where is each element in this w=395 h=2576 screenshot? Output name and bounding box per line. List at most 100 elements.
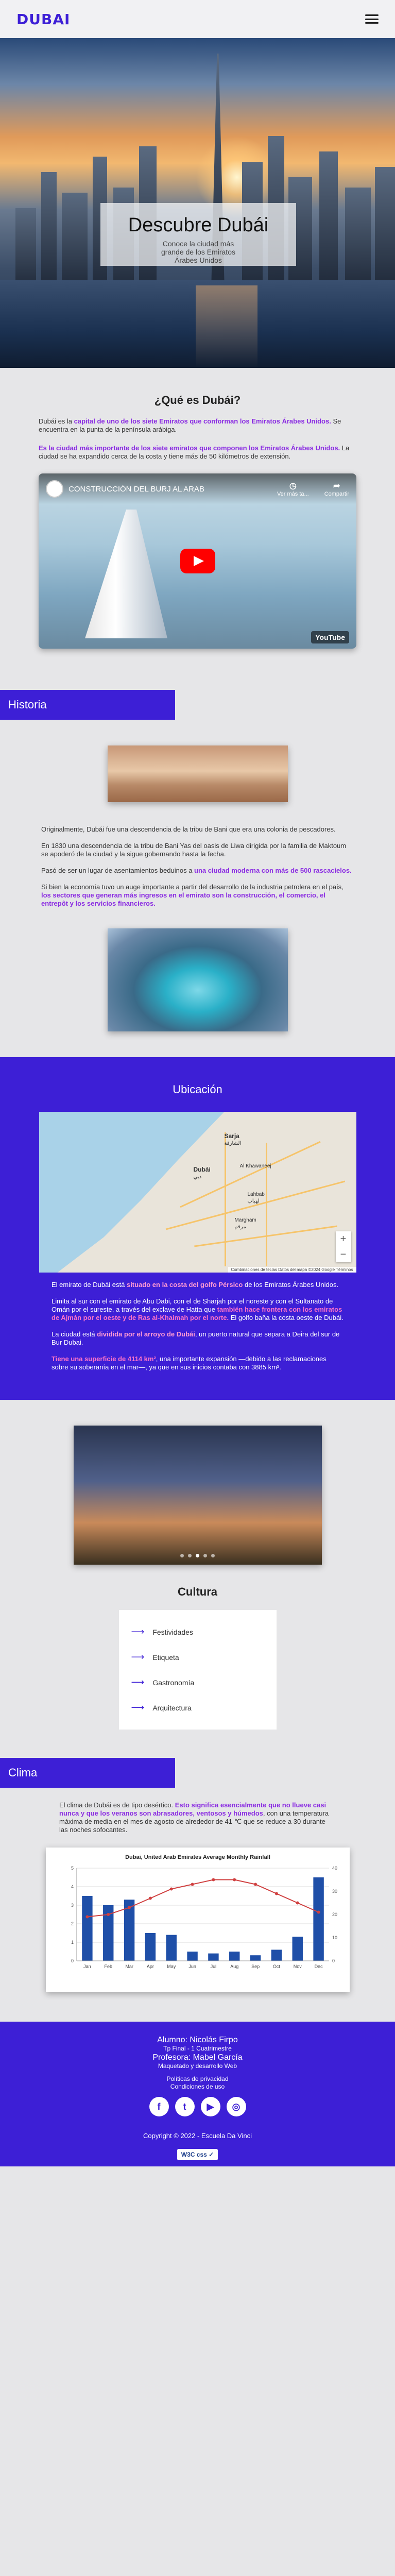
paragraph: Tiene una superficie de 4114 km², una im… <box>51 1355 327 1371</box>
paragraph: El clima de Dubái es de tipo desértico. … <box>59 1801 329 1834</box>
culture-item-gastronomia[interactable]: ⟶ Gastronomía <box>119 1670 277 1695</box>
section-cultura: Cultura ⟶ Festividades ⟶ Etiqueta ⟶ Gastron… <box>0 1426 395 1730</box>
section-title: Ubicación <box>173 1083 222 1096</box>
culture-carousel[interactable] <box>73 1426 322 1565</box>
section-que-es: ¿Qué es Dubái? Dubái es la capital de un… <box>0 394 395 649</box>
rain-bar <box>292 1937 303 1961</box>
w3c-css-badge[interactable]: W3C css ✓ <box>177 2149 218 2160</box>
y-tick-label: 5 <box>71 1866 73 1871</box>
twitter-icon[interactable]: t <box>175 2097 195 2116</box>
rain-bar <box>145 1933 156 1961</box>
rain-bar <box>229 1952 239 1961</box>
arrow-right-icon: ⟶ <box>131 1626 145 1637</box>
google-map[interactable]: Sarja الشارقة Dubái دبي Al Khawaneej Lah… <box>39 1112 356 1273</box>
x-tick-label: May <box>167 1964 176 1969</box>
y-tick-label: 1 <box>71 1940 73 1945</box>
play-button[interactable] <box>180 549 215 573</box>
rain-bar <box>186 1952 198 1961</box>
paragraph: Limita al sur con el emirato de Abu Dabi… <box>51 1297 344 1321</box>
youtube-icon[interactable]: ▶ <box>200 2097 220 2116</box>
section-ubicacion: Ubicación Sarja الشارقة Dubái دبي Al Kha… <box>0 1057 395 1400</box>
logo[interactable]: DUBAI <box>16 11 70 28</box>
palm-island-photo <box>107 928 288 1031</box>
carousel-dot[interactable] <box>196 1554 199 1557</box>
x-tick-label: Sep <box>251 1964 260 1969</box>
map-credit[interactable]: Combinaciones de teclas Datos del mapa ©… <box>228 1267 356 1273</box>
carousel-dot[interactable] <box>211 1554 215 1557</box>
clock-icon: ◷ <box>289 482 297 490</box>
x-tick-label: Jul <box>210 1964 216 1969</box>
section-title: ¿Qué es Dubái? <box>154 394 241 406</box>
historic-photo <box>107 745 288 802</box>
paragraph: Dubái es la capital de uno de los siete … <box>39 417 341 433</box>
y-tick-label: 2 <box>71 1921 73 1926</box>
watch-later-button[interactable]: ◷ Ver más ta... <box>277 481 309 497</box>
hero-subtitle: Conoce la ciudad más grande de los Emira… <box>161 240 235 264</box>
temperature-point <box>169 1887 173 1891</box>
footer-maquetado: Maquetado y desarrollo Web <box>158 2062 237 2070</box>
map-sea <box>39 1112 225 1273</box>
zoom-in-button[interactable]: + <box>336 1231 351 1247</box>
section-band-historia: Historia <box>0 690 175 720</box>
youtube-logo[interactable]: YouTube <box>311 631 349 643</box>
facebook-icon[interactable]: f <box>149 2097 169 2116</box>
section-title: Cultura <box>178 1585 217 1598</box>
video-title[interactable]: CONSTRUCCIÓN DEL BURJ AL ARAB <box>68 485 262 494</box>
footer: Alumno: Nicolás Firpo Tp Final - 1 Cuatr… <box>0 2022 395 2166</box>
map-zoom-controls: + − <box>335 1231 351 1262</box>
map-label-dubai: Dubái <box>193 1166 211 1173</box>
arrow-right-icon: ⟶ <box>131 1652 145 1662</box>
x-tick-label: Apr <box>146 1964 153 1969</box>
footer-tp: Tp Final - 1 Cuatrimestre <box>163 2045 232 2052</box>
terms-link[interactable]: Condiciones de uso <box>0 2083 395 2091</box>
section-historia: Historia Originalmente, Dubái fue una de… <box>0 690 395 1031</box>
carousel-dot[interactable] <box>203 1554 207 1557</box>
temperature-line <box>87 1879 319 1918</box>
top-bar: DUBAI <box>0 0 395 38</box>
temperature-point <box>296 1901 299 1905</box>
temperature-point <box>232 1878 236 1882</box>
rain-bar <box>81 1896 93 1961</box>
paragraph: Originalmente, Dubái fue una descendenci… <box>41 825 336 833</box>
privacy-link[interactable]: Políticas de privacidad <box>0 2075 395 2083</box>
carousel-dot[interactable] <box>180 1554 184 1557</box>
y2-tick-label: 10 <box>332 1935 337 1940</box>
culture-item-arquitectura[interactable]: ⟶ Arquitectura <box>119 1695 277 1720</box>
x-tick-label: Feb <box>104 1964 112 1969</box>
temperature-point <box>127 1906 131 1909</box>
youtube-video[interactable]: CONSTRUCCIÓN DEL BURJ AL ARAB ◷ Ver más t… <box>39 473 356 649</box>
temperature-point <box>274 1892 278 1895</box>
burj-al-arab-image <box>85 510 167 638</box>
x-tick-label: Nov <box>293 1964 302 1969</box>
culture-list: ⟶ Festividades ⟶ Etiqueta ⟶ Gastronomía ⟶ Ar… <box>118 1610 277 1730</box>
culture-item-festividades[interactable]: ⟶ Festividades <box>119 1619 277 1645</box>
x-tick-label: Jun <box>188 1964 196 1969</box>
rainfall-chart: Dubai, United Arab Emirates Average Mont… <box>45 1848 350 1992</box>
share-button[interactable]: ➦ Compartir <box>324 481 349 497</box>
video-top-bar: CONSTRUCCIÓN DEL BURJ AL ARAB ◷ Ver más t… <box>39 473 356 504</box>
hero-title: Descubre Dubái <box>128 214 269 236</box>
x-tick-label: Dec <box>314 1964 323 1969</box>
carousel-dots <box>74 1554 322 1557</box>
paragraph: El emirato de Dubái está situado en la c… <box>51 1281 339 1289</box>
temperature-point <box>253 1883 257 1886</box>
y-tick-label: 3 <box>71 1903 73 1908</box>
instagram-icon[interactable]: ◎ <box>226 2097 246 2116</box>
carousel-dot[interactable] <box>188 1554 192 1557</box>
hero: Descubre Dubái Conoce la ciudad más gran… <box>0 38 395 368</box>
rain-bar <box>250 1955 261 1961</box>
arrow-right-icon: ⟶ <box>131 1677 145 1687</box>
hamburger-menu-icon[interactable] <box>365 14 379 24</box>
chart-svg: Dubai, United Arab Emirates Average Mont… <box>71 1854 337 1969</box>
culture-item-etiqueta[interactable]: ⟶ Etiqueta <box>119 1645 277 1670</box>
x-tick-label: Jan <box>83 1964 91 1969</box>
zoom-out-button[interactable]: − <box>336 1247 351 1262</box>
y-tick-label: 4 <box>71 1884 73 1889</box>
temperature-point <box>85 1915 89 1919</box>
temperature-point <box>211 1878 215 1882</box>
section-clima: Clima El clima de Dubái es de tipo desér… <box>0 1758 395 1992</box>
share-icon: ➦ <box>333 482 340 490</box>
paragraph: En 1830 una descendencia de la tribu de … <box>41 842 347 858</box>
channel-avatar[interactable] <box>46 480 63 498</box>
paragraph: Si bien la economía tuvo un auge importa… <box>41 883 344 907</box>
